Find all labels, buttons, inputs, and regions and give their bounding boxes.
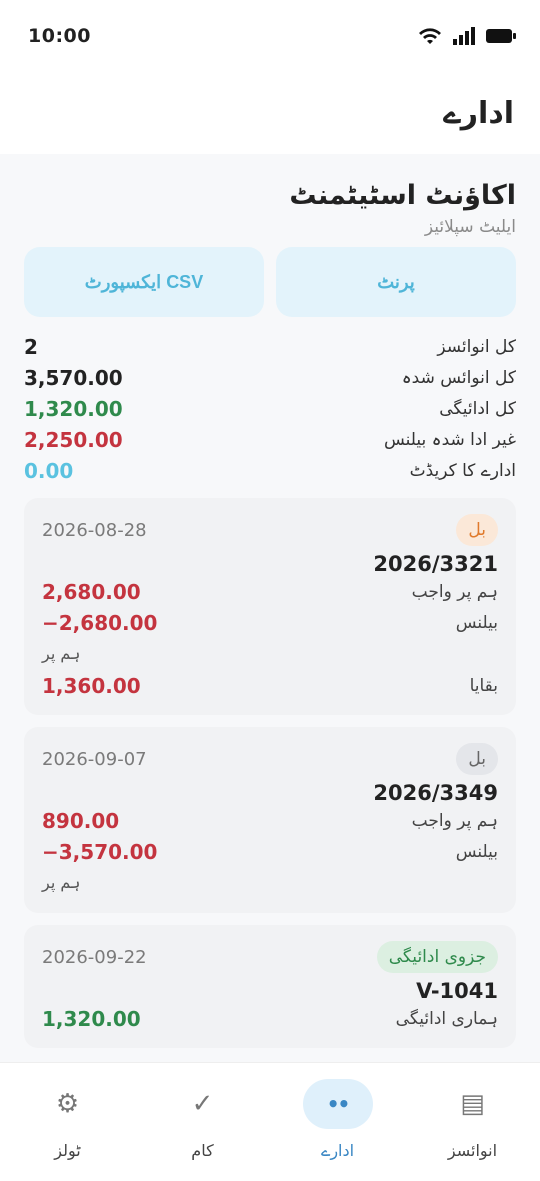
summary-label: کل انوائس شدہ bbox=[401, 368, 516, 388]
summary-label: غیر ادا شدہ بیلنس bbox=[383, 430, 516, 450]
entries-list: 2026-08-28 بل 2026/3321 2,680.00 ہم پر واجب −… bbox=[24, 498, 516, 1048]
entry-remaining-label: بقایا bbox=[469, 675, 498, 696]
status-bar: 10:00 bbox=[0, 0, 540, 72]
statement-subtitle: ایلیٹ سپلائیز bbox=[424, 217, 516, 237]
nav-label: انوائسز bbox=[447, 1141, 498, 1160]
entry-remaining-value: 1,360.00 bbox=[42, 673, 141, 698]
entry-line-label: بیلنس bbox=[455, 841, 498, 862]
summary-label: کل انوائسز bbox=[437, 336, 516, 357]
summary-value: 0.00 bbox=[24, 458, 74, 483]
gear-icon: ⚙ bbox=[55, 1089, 80, 1119]
entry-date: 2026-08-28 bbox=[42, 520, 147, 541]
print-button[interactable]: پرنٹ bbox=[276, 247, 516, 317]
statement-content[interactable]: اکاؤنٹ اسٹیٹمنٹ ایلیٹ سپلائیز پرنٹ CSV ا… bbox=[0, 154, 540, 1062]
nav-item-check[interactable]: ✓ کام bbox=[135, 1063, 270, 1181]
entry-line: 2,680.00 ہم پر واجب bbox=[42, 576, 498, 607]
nav-label: کام bbox=[191, 1141, 214, 1160]
status-badge: بل bbox=[456, 743, 498, 775]
entry-date: 2026-09-22 bbox=[42, 947, 147, 968]
nav-item-gear[interactable]: ⚙ ٹولز bbox=[0, 1063, 135, 1181]
entry-note: ہم پر bbox=[42, 644, 81, 663]
summary-value: 2 bbox=[24, 334, 38, 359]
nav-label: ادارے bbox=[320, 1141, 355, 1160]
battery-icon bbox=[486, 29, 516, 43]
status-icons bbox=[418, 26, 516, 46]
summary-row: 1,320.00 کل ادائیگی bbox=[24, 393, 516, 424]
entry-number: V-1041 bbox=[416, 979, 498, 1003]
entry-number: 2026/3349 bbox=[373, 781, 498, 805]
summary-row: 2 کل انوائسز bbox=[24, 331, 516, 362]
summary-value: 1,320.00 bbox=[24, 396, 123, 421]
status-badge: جزوی ادائیگی bbox=[376, 941, 498, 973]
entry-line: −3,570.00 بیلنس bbox=[42, 836, 498, 867]
entity-icon: •• bbox=[302, 1079, 373, 1129]
nav-item-entity[interactable]: •• ادارے bbox=[270, 1063, 405, 1181]
page-title: ادارے bbox=[443, 95, 514, 131]
entry-number: 2026/3321 bbox=[373, 552, 498, 576]
summary: 2 کل انوائسز 3,570.00 کل انوائس شدہ 1,320.00… bbox=[24, 331, 516, 486]
wifi-icon bbox=[419, 28, 441, 44]
entry-card[interactable]: 2026-09-07 بل 2026/3349 890.00 ہم پر واجب −3,… bbox=[24, 727, 516, 913]
entry-line-value: −3,570.00 bbox=[42, 839, 158, 864]
card-header: 2026-09-07 بل bbox=[42, 743, 498, 775]
statement-title: اکاؤنٹ اسٹیٹمنٹ bbox=[289, 180, 516, 211]
entry-date: 2026-09-07 bbox=[42, 749, 147, 770]
entry-card[interactable]: 2026-09-22 جزوی ادائیگی V-1041 1,320.00 ہمار… bbox=[24, 925, 516, 1048]
entry-line-value: 890.00 bbox=[42, 808, 120, 833]
entry-line-value: −2,680.00 bbox=[42, 610, 158, 635]
entry-line-value: 2,680.00 bbox=[42, 579, 141, 604]
summary-value: 2,250.00 bbox=[24, 427, 123, 452]
status-badge: بل bbox=[456, 514, 498, 546]
entry-note: ہم پر bbox=[42, 873, 81, 892]
entry-line-label: ہم پر واجب bbox=[411, 811, 498, 831]
entry-line-label: ہم پر واجب bbox=[411, 582, 498, 602]
list-icon: ▤ bbox=[460, 1089, 485, 1119]
summary-value: 3,570.00 bbox=[24, 365, 123, 390]
entry-line-value: 1,320.00 bbox=[42, 1006, 141, 1031]
summary-row: 0.00 ادارے کا کریڈٹ bbox=[24, 455, 516, 486]
summary-label: ادارے کا کریڈٹ bbox=[409, 461, 516, 481]
entry-line: 1,320.00 ہماری ادائیگی bbox=[42, 1003, 498, 1034]
entry-card[interactable]: 2026-08-28 بل 2026/3321 2,680.00 ہم پر واجب −… bbox=[24, 498, 516, 715]
entry-line: −2,680.00 بیلنس bbox=[42, 607, 498, 638]
entry-line: 890.00 ہم پر واجب bbox=[42, 805, 498, 836]
summary-label: کل ادائیگی bbox=[439, 398, 516, 419]
nav-label: ٹولز bbox=[54, 1141, 81, 1160]
entry-line-label: بیلنس bbox=[455, 612, 498, 633]
nav-item-list[interactable]: ▤ انوائسز bbox=[405, 1063, 540, 1181]
card-header: 2026-08-28 بل bbox=[42, 514, 498, 546]
summary-row: 3,570.00 کل انوائس شدہ bbox=[24, 362, 516, 393]
statement-actions: پرنٹ CSV ایکسپورٹ bbox=[24, 247, 516, 317]
signal-icon bbox=[453, 27, 475, 45]
summary-row: 2,250.00 غیر ادا شدہ بیلنس bbox=[24, 424, 516, 455]
entry-line-label: ہماری ادائیگی bbox=[395, 1009, 498, 1029]
app-bar: ادارے bbox=[0, 72, 540, 154]
entry-remaining: 1,360.00 بقایا bbox=[42, 670, 498, 701]
bottom-nav: ⚙ ٹولز ✓ کام •• ادارے ▤ انوائسز bbox=[0, 1062, 540, 1181]
check-icon: ✓ bbox=[191, 1089, 214, 1119]
card-header: 2026-09-22 جزوی ادائیگی bbox=[42, 941, 498, 973]
csv-export-button[interactable]: CSV ایکسپورٹ bbox=[24, 247, 264, 317]
status-time: 10:00 bbox=[28, 25, 91, 47]
